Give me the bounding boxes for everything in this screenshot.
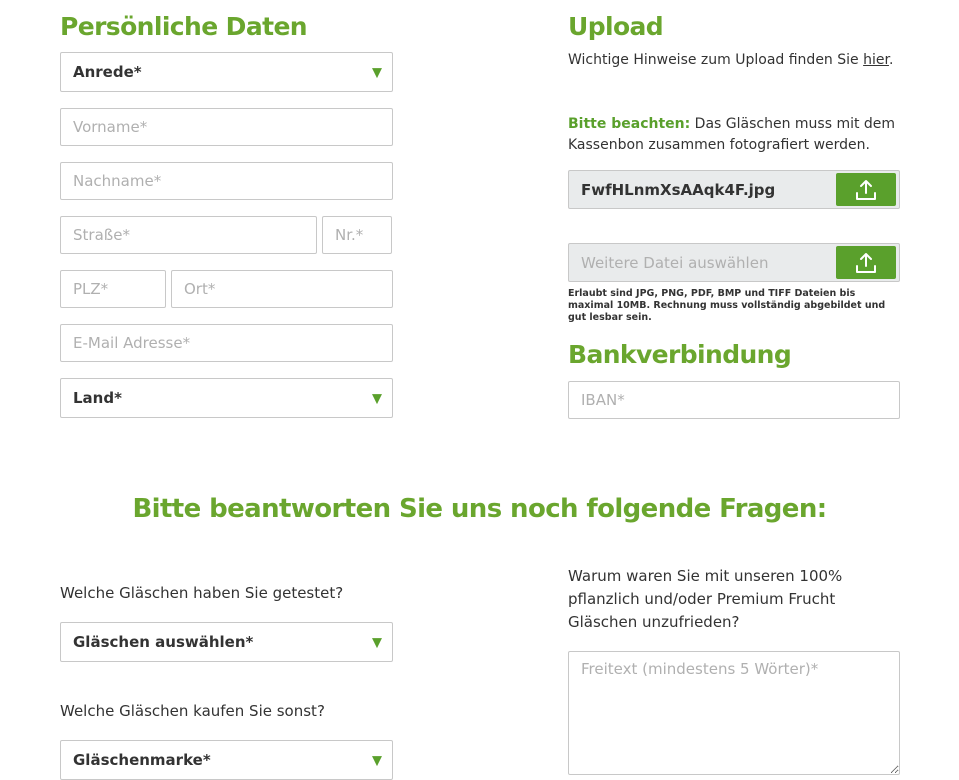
caret-down-icon: ▼	[372, 65, 382, 81]
house-number-field[interactable]	[322, 216, 392, 254]
more-file-placeholder: Weitere Datei auswählen	[581, 253, 769, 272]
house-number-input[interactable]	[323, 217, 391, 253]
allowed-files-hint: Erlaubt sind JPG, PNG, PDF, BMP und TIFF…	[568, 288, 886, 323]
salutation-select[interactable]: Anrede* ▼	[60, 52, 393, 92]
questions-title: Bitte beantworten Sie uns noch folgende …	[132, 494, 827, 524]
city-field[interactable]	[171, 270, 393, 308]
email-input[interactable]	[61, 325, 392, 361]
uploaded-file-box: FwfHLnmXsAAqk4F.jpg	[568, 170, 900, 209]
upload-hint: Wichtige Hinweise zum Upload finden Sie …	[568, 49, 908, 71]
firstname-field[interactable]	[60, 108, 393, 146]
other-brand-value: Gläschenmarke*	[73, 751, 211, 769]
upload-button[interactable]	[836, 173, 896, 206]
caret-down-icon: ▼	[372, 635, 382, 651]
iban-field[interactable]	[568, 381, 900, 419]
country-select[interactable]: Land* ▼	[60, 378, 393, 418]
tested-jars-value: Gläschen auswählen*	[73, 633, 254, 651]
question-3-label: Warum waren Sie mit unseren 100% pflanzl…	[568, 567, 843, 631]
street-field[interactable]	[60, 216, 317, 254]
country-value: Land*	[73, 389, 122, 407]
zip-field[interactable]	[60, 270, 166, 308]
city-input[interactable]	[172, 271, 392, 307]
notice-label: Bitte beachten:	[568, 116, 691, 132]
zip-input[interactable]	[61, 271, 165, 307]
more-file-box[interactable]: Weitere Datei auswählen	[568, 243, 900, 282]
personal-data-title: Persönliche Daten	[60, 12, 308, 41]
question-2-label: Welche Gläschen kaufen Sie sonst?	[60, 702, 325, 720]
upload-notice: Bitte beachten: Das Gläschen muss mit de…	[568, 114, 898, 156]
email-field[interactable]	[60, 324, 393, 362]
upload-hint-text: Wichtige Hinweise zum Upload finden Sie	[568, 52, 864, 68]
caret-down-icon: ▼	[372, 391, 382, 407]
bank-title: Bankverbindung	[568, 340, 792, 369]
upload-more-button[interactable]	[836, 246, 896, 279]
feedback-textarea[interactable]	[568, 651, 900, 775]
caret-down-icon: ▼	[372, 753, 382, 769]
street-input[interactable]	[61, 217, 316, 253]
upload-title: Upload	[568, 12, 664, 41]
uploaded-file-name: FwfHLnmXsAAqk4F.jpg	[581, 180, 776, 199]
tested-jars-select[interactable]: Gläschen auswählen* ▼	[60, 622, 393, 662]
lastname-input[interactable]	[61, 163, 392, 199]
upload-hint-suffix: .	[888, 52, 894, 68]
firstname-input[interactable]	[61, 109, 392, 145]
upload-hint-link[interactable]: hier	[863, 52, 889, 68]
iban-input[interactable]	[569, 382, 899, 418]
question-1-label: Welche Gläschen haben Sie getestet?	[60, 584, 344, 602]
other-brand-select[interactable]: Gläschenmarke* ▼	[60, 740, 393, 780]
upload-icon	[856, 252, 876, 273]
lastname-field[interactable]	[60, 162, 393, 200]
salutation-value: Anrede*	[73, 63, 142, 81]
upload-icon	[856, 179, 876, 200]
